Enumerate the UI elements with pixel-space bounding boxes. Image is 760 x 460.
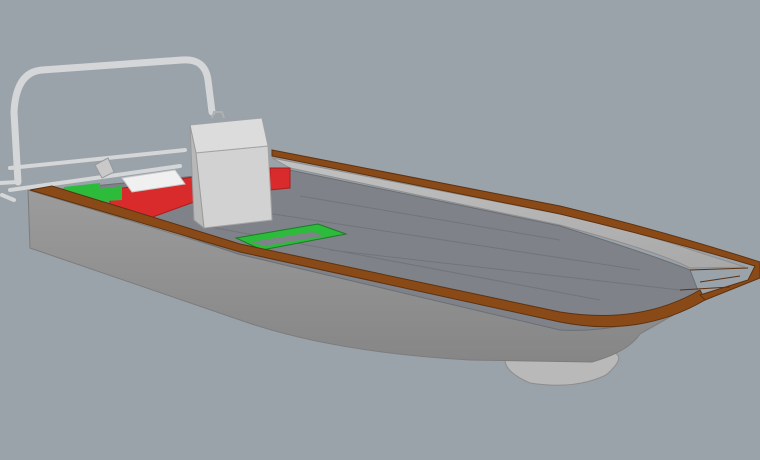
center-console xyxy=(189,111,273,230)
3d-viewport[interactable] xyxy=(0,0,760,460)
boat-model xyxy=(0,56,760,386)
